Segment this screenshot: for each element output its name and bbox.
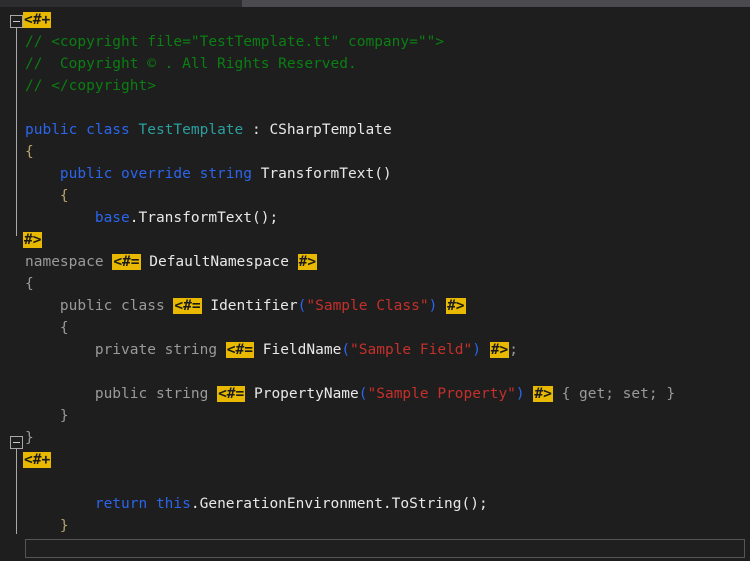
template-text-token: }	[25, 408, 69, 424]
code-line[interactable]: public class <#= Identifier("Sample Clas…	[25, 295, 466, 317]
code-line[interactable]: public string <#= PropertyName("Sample P…	[25, 383, 675, 405]
code-token: PropertyName	[245, 386, 359, 402]
code-token: : CSharpTemplate	[243, 122, 392, 138]
comment-token: // </copyright>	[25, 78, 156, 94]
code-line[interactable]: <#+	[23, 449, 52, 471]
template-text-token: namespace	[25, 254, 113, 270]
document-tab-strip[interactable]	[0, 0, 750, 7]
keyword-token: public class	[25, 122, 139, 138]
keyword-token: return this	[25, 496, 191, 512]
tab-strip-remainder[interactable]	[242, 0, 750, 7]
comment-token: // Copyright © . All Rights Reserved.	[25, 56, 357, 72]
comment-token: // <copyright file="TestTemplate.tt" com…	[25, 34, 445, 50]
directive-tag: #>	[297, 254, 318, 270]
code-token: Identifier	[201, 298, 298, 314]
outline-collapse-toggle-block-1[interactable]	[10, 15, 23, 28]
code-line[interactable]: }	[25, 405, 69, 427]
code-line[interactable]: base.TransformText();	[25, 207, 278, 229]
string-literal-token: "Sample Class"	[306, 298, 429, 314]
code-token: .TransformText();	[129, 210, 279, 226]
active-document-tab[interactable]	[0, 0, 242, 7]
brace-token: {	[25, 188, 69, 204]
directive-tag: #>	[446, 298, 466, 314]
directive-tag: <#=	[173, 298, 202, 314]
template-text-token: private string	[25, 342, 226, 358]
code-editor[interactable]: <#+ // <copyright file="TestTemplate.tt" …	[0, 7, 750, 534]
outline-guide-line-block-2	[16, 449, 17, 534]
code-line[interactable]: private string <#= FieldName("Sample Fie…	[25, 339, 518, 361]
code-line[interactable]: public class TestTemplate : CSharpTempla…	[25, 119, 392, 141]
code-token: FieldName	[254, 342, 342, 358]
template-text-token: }	[25, 430, 34, 446]
code-line[interactable]: public override string TransformText()	[25, 163, 392, 185]
code-line[interactable]: // </copyright>	[25, 75, 156, 97]
string-literal-token: "Sample Field"	[350, 342, 473, 358]
code-line[interactable]: #>	[23, 229, 43, 251]
directive-tag: <#=	[112, 254, 141, 270]
directive-tag: <#=	[217, 386, 246, 402]
code-line[interactable]: namespace <#= DefaultNamespace #>	[25, 251, 318, 273]
directive-tag: <#=	[225, 342, 254, 358]
bottom-pane	[0, 534, 750, 561]
directive-tag: #>	[533, 386, 553, 402]
punctuation-token: (	[358, 386, 368, 402]
punctuation-token: )	[515, 386, 525, 402]
directive-tag: <#+	[23, 12, 52, 28]
code-line[interactable]: {	[25, 317, 69, 339]
code-line[interactable]: // <copyright file="TestTemplate.tt" com…	[25, 31, 444, 53]
outline-guide-line-block-1	[16, 28, 17, 236]
code-token: DefaultNamespace	[140, 254, 298, 270]
directive-tag: #>	[489, 342, 510, 358]
code-line[interactable]: // Copyright © . All Rights Reserved.	[25, 53, 357, 75]
directive-tag: #>	[23, 232, 43, 248]
template-text-token: public class	[25, 298, 174, 314]
punctuation-token: )	[472, 342, 481, 358]
code-line[interactable]: }	[25, 427, 34, 449]
code-line[interactable]: }	[25, 515, 69, 534]
template-text-token: ;	[509, 342, 518, 358]
template-text-token: public string	[25, 386, 218, 402]
keyword-token: base	[25, 210, 130, 226]
template-text-token: { get; set; }	[552, 386, 676, 402]
directive-tag: <#+	[23, 452, 52, 468]
type-token: TestTemplate	[138, 122, 244, 138]
bottom-pane-box[interactable]	[25, 539, 745, 558]
code-line[interactable]: <#+	[23, 9, 52, 31]
keyword-token: public override string	[25, 166, 261, 182]
code-line[interactable]: {	[25, 141, 34, 163]
brace-token: }	[25, 518, 69, 534]
code-line[interactable]: {	[25, 185, 69, 207]
template-text-token: {	[25, 320, 69, 336]
brace-token: {	[25, 144, 34, 160]
code-line[interactable]: {	[25, 273, 34, 295]
code-token: TransformText()	[260, 166, 392, 182]
template-text-token: {	[25, 276, 34, 292]
string-literal-token: "Sample Property"	[367, 386, 516, 402]
code-line[interactable]: return this.GenerationEnvironment.ToStri…	[25, 493, 488, 515]
code-token: .GenerationEnvironment.ToString();	[190, 496, 488, 512]
punctuation-token: (	[341, 342, 351, 358]
outline-collapse-toggle-block-2[interactable]	[10, 436, 23, 449]
